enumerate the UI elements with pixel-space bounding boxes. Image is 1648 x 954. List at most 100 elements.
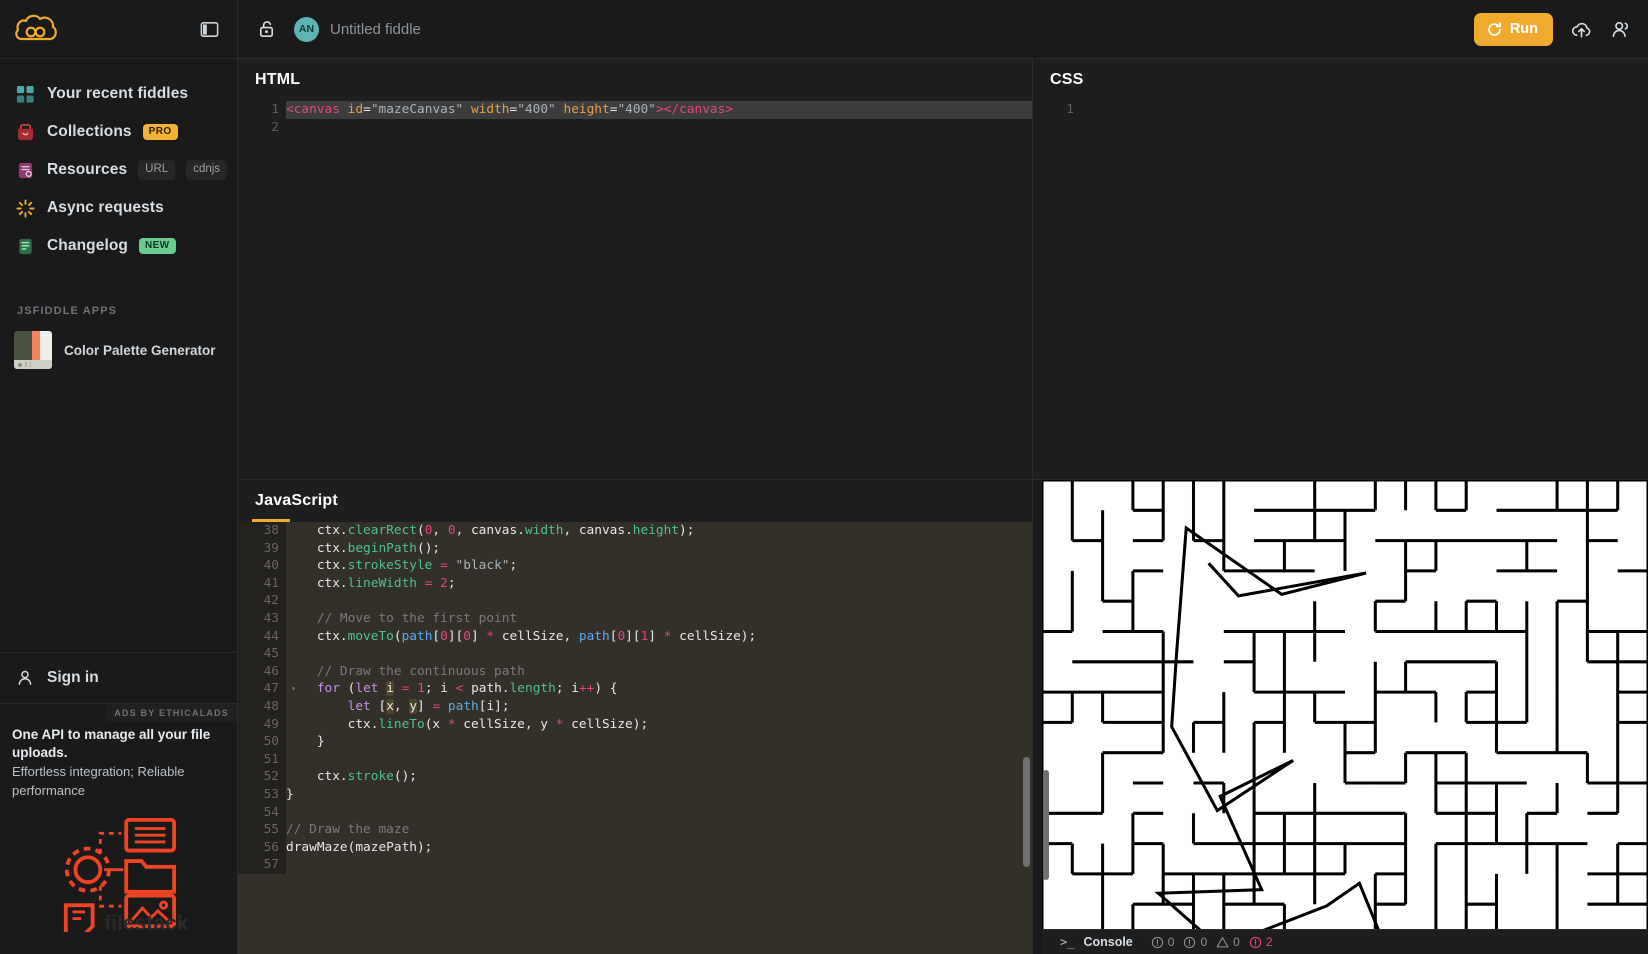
app-thumbnail <box>14 331 52 369</box>
javascript-code-lines[interactable]: ctx.clearRect(0, 0, canvas.width, canvas… <box>286 522 1032 874</box>
fiddle-title-input[interactable]: Untitled fiddle <box>330 21 421 38</box>
code-token: < <box>286 102 294 117</box>
code-line[interactable] <box>286 751 1032 769</box>
avatar[interactable]: AN <box>294 16 319 42</box>
code-token: = <box>440 558 448 574</box>
code-token: lineWidth <box>347 575 417 591</box>
code-token: ( <box>416 523 425 538</box>
cloud-upload-icon[interactable] <box>1570 18 1593 41</box>
code-line[interactable]: ctx.strokeStyle = "black"; <box>286 557 1032 575</box>
code-line[interactable]: ctx.beginPath(); <box>286 540 1032 558</box>
resources-pill-cdnjs[interactable]: cdnjs <box>186 160 228 180</box>
console-bar[interactable]: >_ Console 0 0 0 2 <box>1042 929 1648 954</box>
code-line[interactable] <box>286 119 1032 137</box>
code-token: path <box>447 698 479 714</box>
code-line[interactable]: ctx.clearRect(0, 0, canvas.width, canvas… <box>286 522 1032 540</box>
code-line[interactable]: // Draw the continuous path <box>286 663 1032 681</box>
sidebar-app-color-palette-generator[interactable]: Color Palette Generator <box>0 317 237 383</box>
advertisement[interactable]: ADS BY ETHICALADS One API to manage all … <box>0 704 237 954</box>
code-token: strokeStyle <box>347 558 433 574</box>
topbar: AN Untitled fiddle Run <box>238 0 1648 59</box>
code-token: x <box>386 698 394 714</box>
code-line[interactable] <box>1081 101 1648 119</box>
sidebar-item-label: Async requests <box>47 199 164 216</box>
css-code-editor[interactable]: 1 <box>1033 101 1648 479</box>
code-token: > <box>655 102 664 117</box>
sidebar-item-label: Resources <box>47 161 128 178</box>
line-number: 39 <box>263 540 279 556</box>
result-scrollbar[interactable] <box>1043 770 1049 880</box>
css-code-lines[interactable] <box>1081 101 1648 119</box>
sign-in-button[interactable]: Sign in <box>0 652 237 704</box>
code-token: // Draw the maze <box>286 822 410 838</box>
run-button[interactable]: Run <box>1473 12 1553 46</box>
sidebar-item-changelog[interactable]: Changelog NEW <box>0 227 237 265</box>
code-line[interactable]: ctx.moveTo(path[0][0] * cellSize, path[0… <box>286 628 1032 646</box>
code-line[interactable]: // Draw the maze <box>286 821 1032 839</box>
code-token: (); <box>393 769 417 785</box>
code-token: y <box>409 698 418 714</box>
code-token: ctx. <box>286 769 348 785</box>
maze-drawing <box>1042 480 1648 929</box>
jsfiddle-cloud-logo-icon[interactable] <box>14 12 58 46</box>
spinner-icon <box>14 197 36 219</box>
console-stat-info-1[interactable]: 0 <box>1151 935 1174 949</box>
code-fold-arrow-icon[interactable]: ▾ <box>291 680 296 698</box>
code-token: path <box>401 628 433 644</box>
code-line[interactable]: } <box>286 733 1032 751</box>
code-line[interactable]: drawMaze(mazePath); <box>286 839 1032 857</box>
line-number: 43 <box>263 610 279 626</box>
code-line[interactable] <box>286 804 1032 822</box>
code-token: ; i <box>424 681 456 697</box>
resources-pill-url[interactable]: URL <box>138 160 176 180</box>
console-stat-error[interactable]: 2 <box>1249 935 1273 949</box>
code-token: , canvas. <box>563 523 633 538</box>
code-token: drawMaze(mazePath); <box>286 839 433 855</box>
pro-badge: PRO <box>142 124 178 140</box>
code-token: // Move to the first point <box>286 610 518 626</box>
topbar-actions: Run <box>1473 12 1633 46</box>
line-number: 1 <box>271 102 279 117</box>
main-area: AN Untitled fiddle Run HTML 1 2 <canvas … <box>238 0 1648 954</box>
console-stat-warning[interactable]: 0 <box>1216 935 1240 949</box>
person-icon <box>14 667 36 689</box>
panel-toggle-icon[interactable] <box>198 18 220 40</box>
unlocked-padlock-icon[interactable] <box>256 18 278 40</box>
javascript-code-editor[interactable]: 38 39 40 41 42 43 44 45 46 47 ▾ 48 49 50 51 52 53 54 55 56 5… <box>238 522 1032 954</box>
html-code-lines[interactable]: <canvas id="mazeCanvas" width="400" heig… <box>286 101 1032 136</box>
code-line[interactable] <box>286 856 1032 874</box>
code-line[interactable] <box>286 645 1032 663</box>
javascript-scrollbar[interactable] <box>1023 757 1030 867</box>
line-number: 45 <box>263 646 279 662</box>
sidebar-item-resources[interactable]: Resources URL cdnjs <box>0 151 237 189</box>
code-token: 0 <box>447 523 456 538</box>
code-token: ][ <box>447 628 464 644</box>
code-token: let <box>347 698 371 714</box>
people-icon[interactable] <box>1610 18 1633 41</box>
sidebar-item-collections[interactable]: Collections PRO <box>0 113 237 151</box>
line-number: 2 <box>271 119 279 135</box>
code-line[interactable] <box>286 592 1032 610</box>
code-line[interactable]: let [x, y] = path[i]; <box>286 698 1032 716</box>
html-code-editor[interactable]: 1 2 <canvas id="mazeCanvas" width="400" h… <box>238 101 1032 479</box>
code-token: , canvas. <box>455 523 525 538</box>
code-line[interactable]: for (let i = 1; i < path.length; i++) { <box>286 680 1032 698</box>
code-line[interactable]: ctx.stroke(); <box>286 768 1032 786</box>
code-line[interactable]: // Move to the first point <box>286 610 1032 628</box>
code-line[interactable]: } <box>286 786 1032 804</box>
sidebar-item-async-requests[interactable]: Async requests <box>0 189 237 227</box>
line-number: 57 <box>263 857 279 873</box>
code-token: } <box>286 786 294 802</box>
code-line[interactable]: ctx.lineTo(x * cellSize, y * cellSize); <box>286 716 1032 734</box>
ad-illustration: filestack <box>12 817 225 933</box>
code-line[interactable]: ctx.lineWidth = 2; <box>286 575 1032 593</box>
console-stat-info-2[interactable]: 0 <box>1183 935 1207 949</box>
app-label: Color Palette Generator <box>64 342 216 358</box>
sidebar-item-your-recent-fiddles[interactable]: Your recent fiddles <box>0 75 237 113</box>
code-line[interactable]: <canvas id="mazeCanvas" width="400" heig… <box>286 101 1032 119</box>
